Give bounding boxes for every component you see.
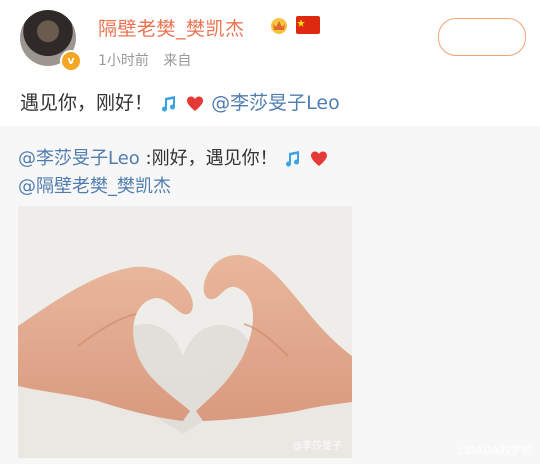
- post-text: 遇见你，刚好！ @李莎旻子Leo: [20, 88, 340, 115]
- heart-icon: [187, 96, 204, 111]
- crown-icon: [271, 18, 287, 34]
- post-source: 来自: [163, 53, 192, 69]
- repost-photo[interactable]: @李莎旻子: [18, 206, 352, 458]
- flag-icon: [296, 16, 320, 34]
- post-time: 1小时前: [98, 53, 149, 69]
- post-meta: 1小时前 来自: [98, 50, 201, 70]
- photo-watermark: @李莎旻子: [292, 441, 342, 452]
- repost-text: @李莎旻子Leo :刚好，遇见你！: [18, 144, 329, 170]
- repost-mention-link[interactable]: @隔壁老樊_樊凯杰: [18, 172, 171, 198]
- page-watermark: LIDADA的梦想: [458, 444, 532, 457]
- username[interactable]: 隔壁老樊_樊凯杰: [98, 14, 245, 41]
- repost-text-body: :刚好，遇见你！: [139, 148, 278, 169]
- repost-card[interactable]: @李莎旻子Leo :刚好，遇见你！ @隔壁老樊_樊凯杰 @李莎旻子: [0, 126, 540, 464]
- follow-button[interactable]: [438, 18, 526, 56]
- heart-hands-image: [18, 206, 352, 458]
- music-note-icon: [286, 151, 300, 167]
- music-note-icon: [162, 95, 176, 112]
- post-text-main: 遇见你，刚好！: [20, 92, 154, 114]
- verified-badge-icon: v: [60, 50, 82, 72]
- repost-author-link[interactable]: @李莎旻子Leo: [18, 148, 140, 169]
- heart-icon: [311, 151, 328, 166]
- post-header: v 隔壁老樊_樊凯杰 1小时前 来自: [0, 0, 540, 80]
- post-mention-link[interactable]: @李莎旻子Leo: [211, 92, 340, 114]
